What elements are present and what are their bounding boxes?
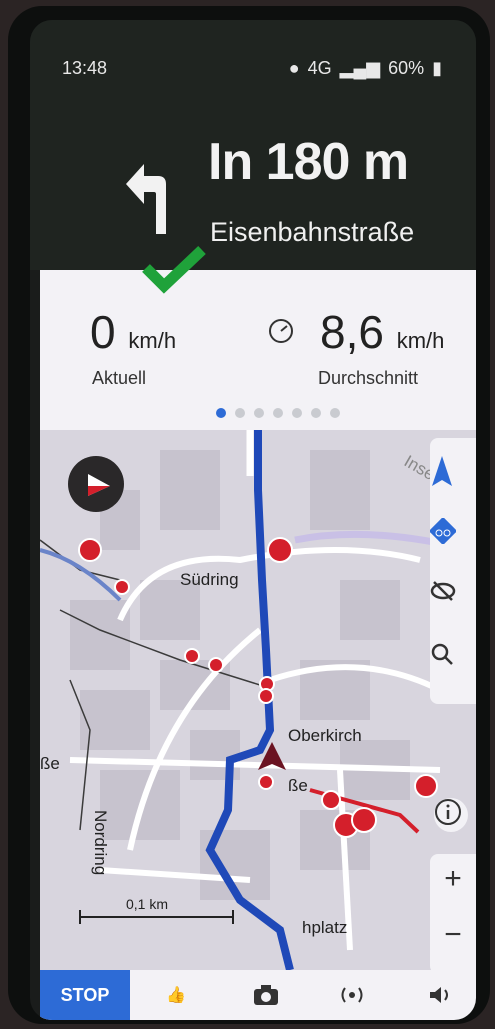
average-speed-unit: km/h (396, 328, 445, 353)
hide-button[interactable] (430, 580, 476, 620)
average-speed-label: Durchschnitt (318, 368, 419, 388)
map-label-street-fragment2: ße (288, 776, 308, 795)
compass-icon (88, 474, 110, 496)
info-button[interactable] (434, 798, 468, 832)
current-speed: 0 km/h (90, 305, 176, 359)
page-dot[interactable] (254, 408, 264, 418)
thumbs-up-down-icon: 👍 (166, 987, 186, 1004)
current-speed-unit: km/h (128, 328, 177, 353)
search-icon (431, 643, 453, 665)
navigation-header: 13:48 ● 4G ▂▄▆ 60% ▮ In 180 m Eisenbahns… (30, 20, 476, 270)
bottom-toolbar: STOP 👍 (40, 970, 476, 1020)
map-label-suedring: Südring (180, 570, 239, 589)
checkmark-icon (142, 246, 206, 294)
page-dot[interactable] (273, 408, 283, 418)
compass-button[interactable] (68, 456, 124, 512)
turn-left-icon (126, 164, 166, 234)
map-label-platz: hplatz (302, 918, 348, 937)
navigation-arrow-icon (432, 456, 452, 486)
page-dot[interactable] (311, 408, 321, 418)
map-search-button[interactable] (430, 642, 476, 682)
battery-icon: ▮ (432, 58, 442, 78)
stop-button[interactable]: STOP (40, 970, 130, 1020)
map-label-nordring: Nordring (91, 810, 110, 876)
page-dot[interactable] (235, 408, 245, 418)
signal-text: 4G (307, 58, 332, 78)
zoom-controls: + − (430, 854, 476, 970)
page-indicator (216, 408, 340, 418)
map-scale: 0,1 km (78, 896, 238, 930)
speaker-icon (430, 987, 448, 1003)
eye-off-icon (430, 581, 456, 601)
radar-button[interactable] (336, 980, 368, 1010)
average-speed: 8,6 km/h (320, 305, 444, 359)
map-side-controls (430, 438, 476, 704)
camera-button[interactable] (250, 980, 282, 1010)
battery-text: 60% (388, 58, 425, 78)
map-label-oberkirch: Oberkirch (288, 726, 362, 745)
status-bar: 13:48 ● 4G ▂▄▆ 60% ▮ (30, 20, 476, 92)
thumbs-feedback-button[interactable]: 👍 (160, 980, 192, 1010)
info-icon (435, 799, 461, 825)
volume-button[interactable] (424, 980, 456, 1010)
page-dot[interactable] (330, 408, 340, 418)
signal-icon: ▂▄▆ (339, 58, 381, 78)
current-speed-label: Aktuell (92, 368, 147, 388)
average-speed-value: 8,6 (320, 306, 384, 358)
camera-icon (254, 985, 278, 1005)
phone-frame: 13:48 ● 4G ▂▄▆ 60% ▮ In 180 m Eisenbahns… (8, 6, 490, 1024)
next-street: Eisenbahnstraße (210, 217, 415, 247)
map-label-street-fragment: ße (40, 754, 60, 773)
app-screen: 13:48 ● 4G ▂▄▆ 60% ▮ In 180 m Eisenbahns… (30, 20, 476, 1020)
north-arrow-button[interactable] (430, 456, 476, 496)
current-speed-value: 0 (90, 306, 116, 358)
speed-panel[interactable]: 0 km/h Aktuell 8,6 km/h Durchschnitt (40, 270, 476, 430)
speedometer-icon (269, 319, 293, 343)
status-time: 13:48 (62, 58, 108, 78)
turn-distance: In 180 m (208, 133, 409, 191)
zoom-in-button[interactable]: + (430, 862, 476, 912)
page-dot[interactable] (292, 408, 302, 418)
location-icon: ● (288, 58, 300, 78)
bike-layer-button[interactable] (430, 518, 476, 558)
zoom-out-button[interactable]: − (430, 918, 476, 968)
bike-layer-icon (430, 518, 456, 544)
map-view[interactable]: Südring Oberkirch Nordring ße ße hplatz … (40, 430, 476, 970)
page-dot[interactable] (216, 408, 226, 418)
vibration-icon (341, 987, 363, 1003)
